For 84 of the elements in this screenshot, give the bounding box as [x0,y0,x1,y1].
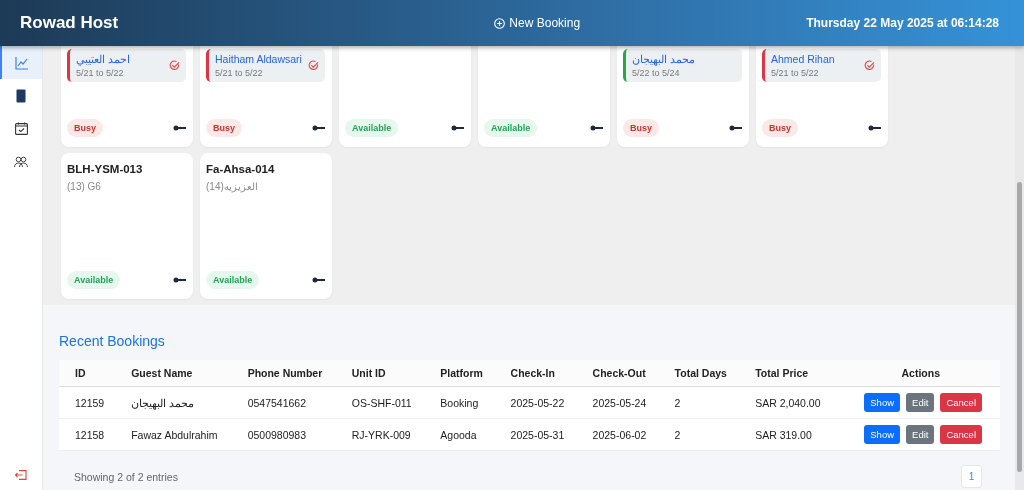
unit-card[interactable]: BLH-YSM-013 (13) G6 Available [61,153,193,299]
column-header: Actions [833,360,1000,387]
line-chart-icon [15,55,29,70]
table-cell: 0547541662 [231,386,336,419]
page-button[interactable]: 1 [961,465,982,488]
key-icon [729,125,742,131]
table-cell: 2025-05-31 [494,418,577,451]
booking-dates: 5/21 to 5/22 [771,68,820,78]
key-icon [451,125,464,131]
new-booking-button[interactable]: New Booking [494,16,581,30]
unit-card[interactable]: Haitham Aldawsari 5/21 to 5/22 Busy [200,46,332,147]
cancel-button[interactable]: Cancel [940,425,982,444]
unit-card[interactable]: Ahmed Rihan 5/21 to 5/22 Busy [756,46,888,147]
column-header: Unit ID [335,360,425,387]
column-header: Check-Out [576,360,659,387]
table-cell: Fawaz Abdulrahim [115,418,232,451]
column-header: Total Days [658,360,740,387]
column-header: Check-In [494,360,577,387]
unit-subtitle: (13) G6 [67,181,102,192]
column-header: Guest Name [115,360,232,387]
status-badge: Available [484,119,538,137]
section-title: Recent Bookings [59,333,166,349]
status-badge: Busy [67,119,103,137]
status-badge: Available [206,271,260,289]
entries-count: Showing 2 of 2 entries [74,470,178,483]
key-icon [868,125,881,131]
status-badge: Available [345,119,399,137]
booking-dates: 5/22 to 5/24 [632,68,681,78]
logout-icon[interactable] [15,470,27,480]
column-header: ID [59,360,116,387]
guest-name: احمد العتيبي [76,53,130,65]
check-circle-icon [308,60,319,71]
check-circle-icon [864,60,875,71]
column-header: Total Price [739,360,834,387]
table-cell: OS-SHF-011 [335,386,425,419]
table-cell: RJ-YRK-009 [335,418,425,451]
table-cell: 2 [658,386,740,419]
table-cell: 12159 [59,386,116,419]
status-badge: Available [67,271,121,289]
unit-card[interactable]: Available [478,46,610,147]
key-icon [590,125,603,131]
show-button[interactable]: Show [864,393,901,412]
table-cell: Agooda [424,418,495,451]
edit-button[interactable]: Edit [906,393,935,412]
table-cell: 2 [658,418,740,451]
brand-title: Rowad Host [20,13,119,33]
booking-entry[interactable]: Haitham Aldawsari 5/21 to 5/22 [206,49,325,82]
key-icon [312,125,325,131]
guest-name: محمد البهيجان [632,53,695,65]
key-icon [173,125,186,131]
table-cell: 12158 [59,418,116,451]
check-circle-icon [169,60,180,71]
tablet-icon [16,88,26,103]
plus-circle-icon [494,17,506,29]
table-cell: SAR 2,040.00 [739,386,834,419]
guest-name: Haitham Aldawsari [215,53,302,65]
table-cell: 2025-05-22 [494,386,577,419]
column-header: Phone Number [231,360,336,387]
table-cell: 2025-06-02 [576,418,659,451]
show-button[interactable]: Show [864,425,901,444]
status-badge: Busy [206,119,242,137]
calendar-icon [14,122,28,135]
key-icon [312,277,325,283]
users-icon [14,155,28,168]
key-icon [173,277,186,283]
table-cell: 0500980983 [231,418,336,451]
booking-dates: 5/21 to 5/22 [76,68,125,78]
cancel-button[interactable]: Cancel [940,393,982,412]
unit-name: Fa-Ahsa-014 [206,163,276,175]
table-cell: 2025-05-24 [576,386,659,419]
unit-name: BLH-YSM-013 [67,163,144,175]
table-cell: محمد البهيجان [115,386,232,419]
booking-entry[interactable]: Ahmed Rihan 5/21 to 5/22 [762,49,881,82]
status-badge: Busy [762,119,798,137]
unit-card[interactable]: Available [339,46,471,147]
table-cell: SAR 319.00 [739,418,834,451]
booking-dates: 5/21 to 5/22 [215,68,264,78]
column-header: Platform [424,360,495,387]
unit-subtitle: العزيزيه(14) [206,181,259,192]
status-badge: Busy [623,119,659,137]
guest-name: Ahmed Rihan [771,53,835,65]
table-cell: Booking [424,386,495,419]
edit-button[interactable]: Edit [906,425,935,444]
date-time: Thursday 22 May 2025 at 06:14:28 [806,16,999,30]
